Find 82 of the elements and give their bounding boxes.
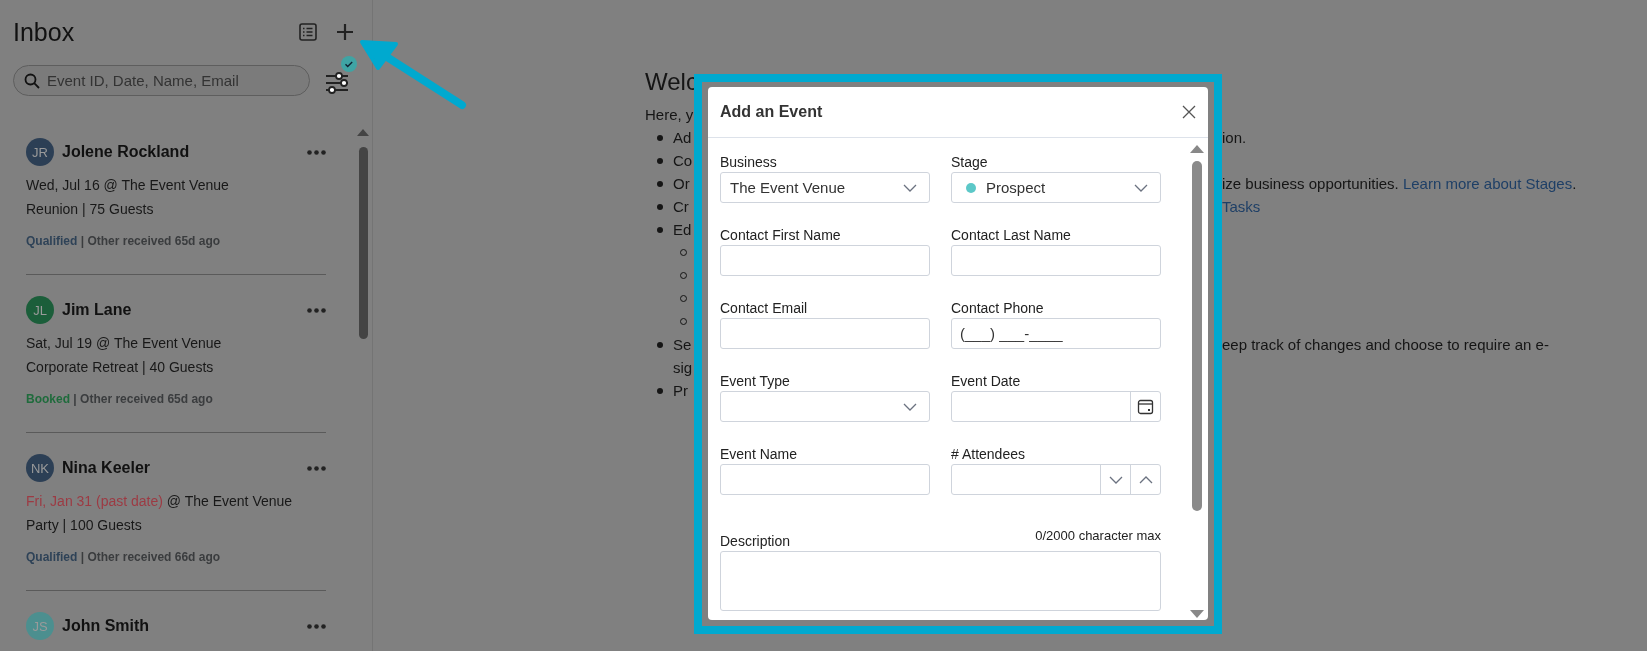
field-label: Event Date	[951, 372, 1022, 390]
text-fragment: Se	[673, 335, 692, 355]
bullet	[657, 226, 663, 233]
field-label: Stage	[951, 153, 989, 171]
field-label: Contact Last Name	[951, 226, 1072, 244]
bullet	[657, 387, 663, 394]
field-label: Contact Phone	[951, 299, 1045, 317]
dropdown[interactable]: Prospect	[951, 172, 1161, 203]
status-line: Qualified | Other received 65d ago	[26, 233, 222, 250]
text-fragment: eep track of changes and choose to require an e-	[1222, 336, 1549, 353]
search-icon	[24, 72, 40, 89]
chevron-down-icon	[1134, 183, 1148, 192]
text-field[interactable]	[720, 464, 930, 495]
text-fragment: Ed	[673, 220, 692, 240]
text-fragment: Ad	[673, 128, 692, 148]
status-line: Booked | Other received 65d ago	[26, 391, 214, 408]
contact-name[interactable]: Jim Lane	[62, 301, 307, 319]
bullet	[657, 180, 663, 187]
link[interactable]: Tasks	[1222, 198, 1261, 215]
bullet	[657, 157, 663, 164]
avatar: JR	[26, 138, 54, 166]
character-counter: 0/2000 character max	[1035, 527, 1161, 545]
scroll-up-arrow-icon[interactable]	[357, 128, 369, 136]
close-icon[interactable]	[1182, 105, 1196, 119]
field-label: Business	[720, 153, 778, 171]
event-date-line: Wed, Jul 16 @ The Event Venue	[26, 176, 230, 195]
chevron-down-icon	[903, 183, 917, 192]
scroll-up-arrow-icon[interactable]	[1190, 144, 1204, 153]
contact-name[interactable]: John Smith	[62, 617, 307, 635]
text-fragment: sig	[673, 358, 693, 378]
number-field[interactable]	[951, 464, 1161, 495]
scrollbar[interactable]	[1190, 144, 1204, 619]
avatar: JL	[26, 296, 54, 324]
contact-name[interactable]: Nina Keeler	[62, 459, 307, 477]
text-fragment: Or	[673, 174, 690, 194]
event-details: Reunion | 75 Guests	[26, 200, 155, 219]
bullet	[657, 134, 663, 141]
page-title: Inbox	[13, 17, 76, 47]
field-label: Event Type	[720, 372, 791, 390]
status-line: Qualified | Other received 66d ago	[26, 549, 222, 566]
chevron-up-icon	[1138, 475, 1153, 484]
text-field[interactable]: (___) ___-____	[951, 318, 1161, 349]
more-icon[interactable]	[307, 465, 326, 471]
calendar-icon	[1137, 398, 1154, 415]
chevron-down-icon	[903, 402, 917, 411]
field-label: Description	[720, 532, 791, 550]
event-details: Party | 100 Guests	[26, 516, 143, 535]
more-icon[interactable]	[307, 307, 326, 313]
check-badge-icon	[341, 56, 357, 72]
text-fragment: Cr	[673, 197, 689, 217]
event-date-line: Sat, Jul 19 @ The Event Venue	[26, 334, 223, 353]
scroll-down-arrow-icon[interactable]	[1190, 610, 1204, 619]
text-fragment: ion.	[1222, 129, 1247, 146]
text-fragment: Pr	[673, 381, 688, 401]
event-date-line: Fri, Jan 31 (past date) @ The Event Venue	[26, 492, 294, 511]
description-field[interactable]	[720, 551, 1161, 611]
field-label: # Attendees	[951, 445, 1026, 463]
field-label: Event Name	[720, 445, 799, 463]
text-fragment: ize business opportunities. Learn more about Stages.	[1222, 175, 1577, 192]
add-icon[interactable]	[336, 23, 354, 41]
text-field[interactable]	[720, 318, 930, 349]
text-fragment: Here, y	[645, 105, 694, 125]
filter-icon[interactable]	[324, 70, 350, 96]
field-label: Contact First Name	[720, 226, 842, 244]
text-field[interactable]	[951, 245, 1161, 276]
search-field[interactable]: Event ID, Date, Name, Email	[13, 64, 310, 96]
more-icon[interactable]	[307, 149, 326, 155]
text-field[interactable]	[720, 245, 930, 276]
date-field[interactable]	[951, 391, 1161, 422]
dropdown[interactable]: The Event Venue	[720, 172, 930, 203]
dialog-title: Add an Event	[720, 103, 824, 121]
more-icon[interactable]	[307, 623, 326, 629]
avatar: NK	[26, 454, 54, 482]
event-details: Corporate Retreat | 40 Guests	[26, 358, 215, 377]
bullet	[657, 341, 663, 348]
text-fragment: Co	[673, 151, 693, 171]
bullet	[657, 203, 663, 210]
avatar: JS	[26, 612, 54, 640]
chevron-down-icon	[1108, 475, 1123, 484]
contact-name[interactable]: Jolene Rockland	[62, 143, 307, 161]
list-icon[interactable]	[298, 22, 318, 42]
field-label: Contact Email	[720, 299, 809, 317]
